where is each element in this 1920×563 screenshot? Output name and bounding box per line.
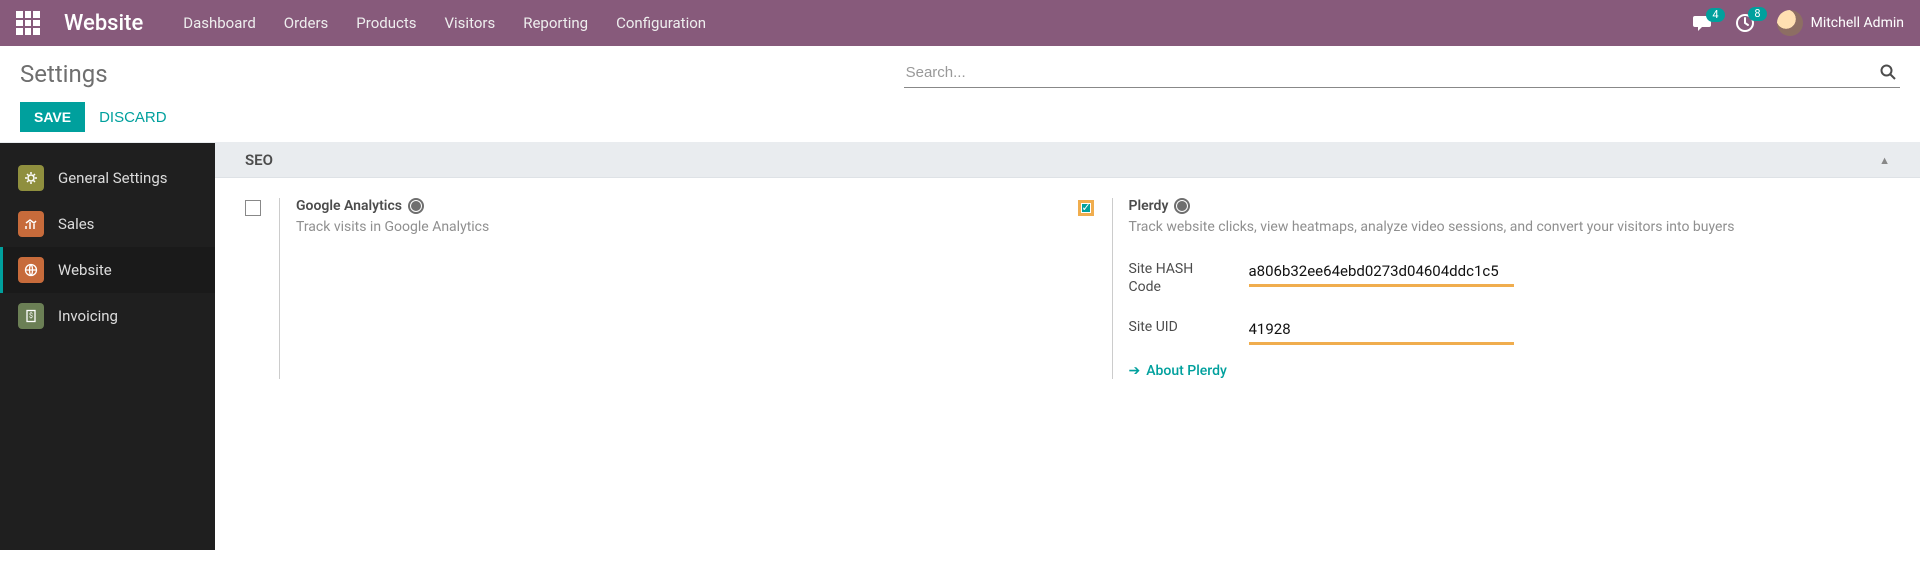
sidebar-website[interactable]: Website <box>0 247 215 293</box>
apps-launcher-icon[interactable] <box>16 11 40 35</box>
gear-icon <box>18 165 44 191</box>
setting-plerdy: Plerdy Track website clicks, view heatma… <box>1078 198 1891 379</box>
activities-icon[interactable]: 8 <box>1735 13 1755 33</box>
sidebar-invoicing[interactable]: $ Invoicing <box>0 293 215 339</box>
setting-google-analytics: Google Analytics Track visits in Google … <box>245 198 1058 379</box>
top-navbar: Website Dashboard Orders Products Visito… <box>0 0 1920 46</box>
sidebar-item-label: Website <box>58 261 112 279</box>
settings-sidebar: General Settings Sales Website $ Invoici… <box>0 143 215 550</box>
nav-configuration[interactable]: Configuration <box>616 14 706 32</box>
save-button[interactable]: SAVE <box>20 102 85 132</box>
globe-icon <box>1174 198 1190 214</box>
plerdy-title: Plerdy <box>1129 198 1169 214</box>
discard-button[interactable]: DISCARD <box>99 109 167 126</box>
about-plerdy-label: About Plerdy <box>1146 363 1227 379</box>
user-menu[interactable]: Mitchell Admin <box>1777 10 1904 36</box>
globe-icon <box>18 257 44 283</box>
nav-visitors[interactable]: Visitors <box>444 14 495 32</box>
section-title: SEO <box>245 151 273 169</box>
breadcrumb: Settings <box>20 60 108 88</box>
messages-icon[interactable]: 4 <box>1693 14 1713 32</box>
activities-badge: 8 <box>1748 7 1766 21</box>
section-header-seo: SEO ▲ <box>215 143 1920 178</box>
sidebar-general-settings[interactable]: General Settings <box>0 155 215 201</box>
settings-content: SEO ▲ Google Analytics Track visits in G… <box>215 143 1920 550</box>
sidebar-item-label: General Settings <box>58 169 168 187</box>
document-icon: $ <box>18 303 44 329</box>
nav-menu: Dashboard Orders Products Visitors Repor… <box>183 14 706 32</box>
hash-label: Site HASH Code <box>1129 260 1229 296</box>
nav-orders[interactable]: Orders <box>284 14 329 32</box>
nav-dashboard[interactable]: Dashboard <box>183 14 256 32</box>
app-title[interactable]: Website <box>64 11 143 36</box>
search-input[interactable] <box>904 60 1900 88</box>
caret-up-icon[interactable]: ▲ <box>1879 154 1890 167</box>
user-name: Mitchell Admin <box>1811 15 1904 31</box>
arrow-right-icon: ➔ <box>1129 363 1141 379</box>
search-icon[interactable] <box>1880 64 1896 80</box>
ga-checkbox[interactable] <box>245 200 261 216</box>
globe-icon <box>408 198 424 214</box>
sidebar-item-label: Sales <box>58 215 94 233</box>
nav-products[interactable]: Products <box>356 14 416 32</box>
control-panel: Settings SAVE DISCARD <box>0 46 1920 143</box>
svg-text:$: $ <box>29 312 33 320</box>
nav-reporting[interactable]: Reporting <box>523 14 588 32</box>
messages-badge: 4 <box>1706 8 1724 22</box>
uid-label: Site UID <box>1129 318 1229 336</box>
chart-icon <box>18 211 44 237</box>
uid-input[interactable] <box>1249 318 1514 345</box>
plerdy-checkbox[interactable] <box>1078 200 1094 216</box>
avatar-icon <box>1777 10 1803 36</box>
sidebar-item-label: Invoicing <box>58 307 118 325</box>
hash-input[interactable] <box>1249 260 1514 287</box>
about-plerdy-link[interactable]: ➔ About Plerdy <box>1129 363 1227 379</box>
search-wrap <box>904 60 1900 88</box>
ga-desc: Track visits in Google Analytics <box>296 218 1058 238</box>
plerdy-desc: Track website clicks, view heatmaps, ana… <box>1129 218 1891 238</box>
ga-title: Google Analytics <box>296 198 402 214</box>
sidebar-sales[interactable]: Sales <box>0 201 215 247</box>
